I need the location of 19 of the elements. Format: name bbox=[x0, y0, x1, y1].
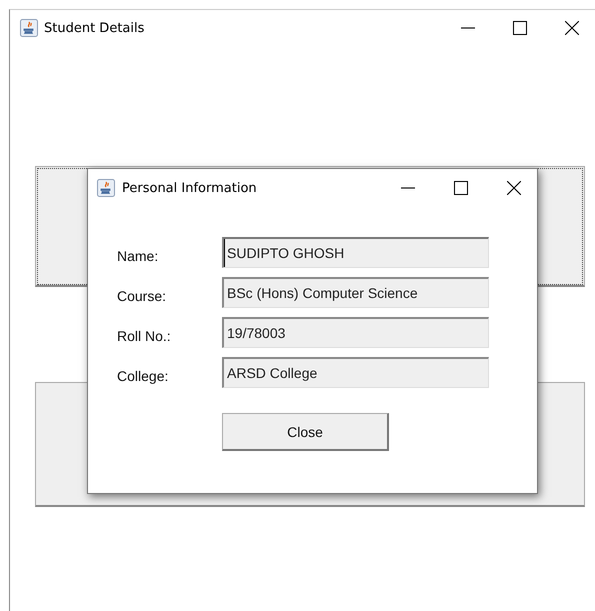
close-button[interactable]: Close bbox=[222, 413, 389, 451]
java-icon bbox=[20, 19, 38, 37]
text-field[interactable]: SUDIPTO GHOSH bbox=[222, 237, 489, 268]
close-icon[interactable] bbox=[565, 21, 579, 35]
window-title: Student Details bbox=[44, 20, 146, 36]
text-field[interactable]: 19/78003 bbox=[222, 317, 489, 348]
close-icon[interactable] bbox=[507, 181, 521, 195]
text-field[interactable]: ARSD College bbox=[222, 357, 489, 388]
dialog-title: Personal Information bbox=[122, 180, 258, 196]
text-field[interactable]: BSc (Hons) Computer Science bbox=[222, 277, 489, 308]
field-label: Course: bbox=[117, 286, 168, 304]
java-icon bbox=[97, 179, 115, 197]
minimize-icon[interactable] bbox=[401, 187, 415, 189]
field-label: Name: bbox=[117, 246, 160, 264]
maximize-icon[interactable] bbox=[513, 21, 527, 35]
minimize-icon[interactable] bbox=[461, 27, 475, 29]
field-label: Roll No.: bbox=[117, 326, 172, 344]
maximize-icon[interactable] bbox=[454, 181, 468, 195]
field-label: College: bbox=[117, 366, 170, 384]
